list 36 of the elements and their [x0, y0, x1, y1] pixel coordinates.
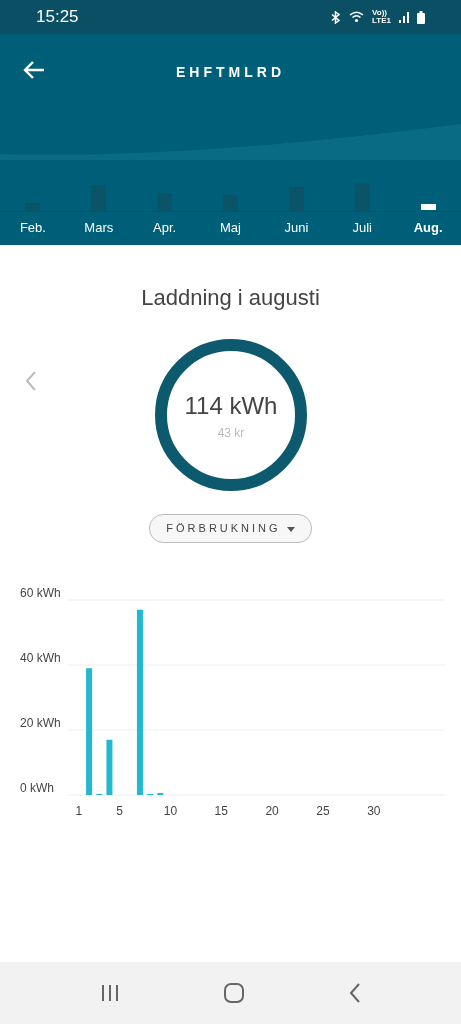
axis-label: 10 [163, 803, 178, 818]
signal-icon [399, 11, 409, 23]
axis-label: 5 [116, 803, 123, 818]
axis-label: 20 [265, 803, 279, 818]
chart-bar [106, 739, 113, 795]
axis-label: 60 kWh [20, 585, 61, 600]
month-tab[interactable]: Feb. [19, 218, 46, 238]
network-label: Vo)) LTE1 [372, 9, 391, 25]
cost-total: 43 kr [217, 425, 245, 442]
axis-label: 25 [316, 803, 330, 818]
back-arrow-icon[interactable] [22, 60, 46, 80]
month-tab[interactable]: Mars [84, 218, 114, 238]
axis-label: 15 [214, 803, 228, 818]
consumption-dropdown[interactable]: FÖRBRUKNING [149, 514, 312, 543]
clock-text: 15:25 [36, 6, 79, 29]
month-heading: Laddning i augusti [140, 284, 321, 312]
battery-icon [417, 10, 425, 24]
chart-bar [157, 792, 164, 795]
axis-label: 30 [367, 803, 381, 818]
page-title: EHFTMLRD [175, 63, 286, 82]
month-tab[interactable]: Maj [220, 218, 241, 238]
recent-apps-icon[interactable] [99, 984, 120, 1002]
axis-label: 0 kWh [20, 780, 54, 795]
back-icon[interactable] [347, 982, 362, 1004]
axis-label: 20 kWh [20, 715, 61, 730]
energy-total: 114 kWh [184, 391, 278, 421]
home-icon[interactable] [222, 982, 245, 1004]
axis-label: 40 kWh [20, 650, 61, 665]
bluetooth-icon [331, 10, 342, 24]
caret-icon [286, 526, 295, 532]
wifi-icon [349, 11, 365, 23]
month-tab[interactable]: Aug. [413, 218, 443, 238]
month-tab[interactable]: Juni [284, 218, 309, 238]
month-tab[interactable]: Apr. [153, 218, 177, 238]
axis-label: 1 [75, 803, 83, 818]
month-tab[interactable]: Juli [352, 218, 372, 238]
